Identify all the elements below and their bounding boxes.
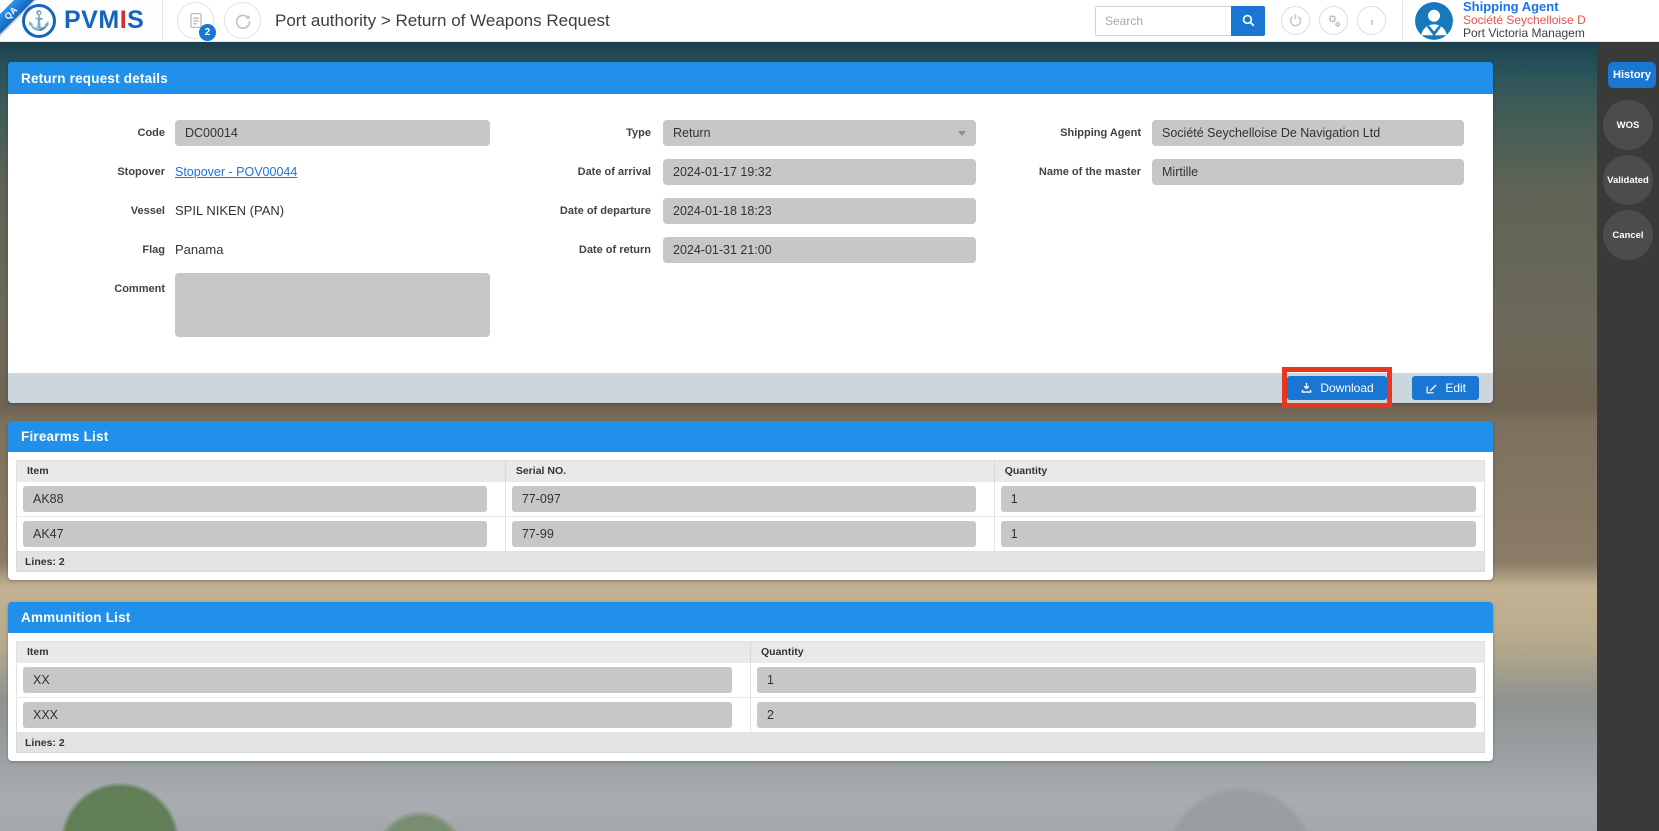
firearm-quantity-field: 1	[1000, 521, 1476, 547]
refresh-button[interactable]	[224, 2, 261, 39]
stopover-label: Stopover	[117, 165, 165, 178]
topbar: QA ⚓ PVMIS 2 Port authority > Return of …	[0, 0, 1659, 42]
firearm-serial-field: 77-99	[511, 521, 976, 547]
annotation-highlight-box: Download	[1282, 367, 1392, 408]
ammunition-table: Item Quantity XX 1 XXX 2	[16, 641, 1485, 733]
wos-button[interactable]: WOS	[1603, 100, 1653, 150]
chevron-down-icon	[958, 130, 966, 136]
firearms-col-serial: Serial NO.	[504, 460, 995, 482]
breadcrumb: Port authority > Return of Weapons Reque…	[275, 10, 610, 30]
firearms-table: Item Serial NO. Quantity AK88 77-097 1 A…	[16, 460, 1485, 552]
stopover-link[interactable]: Stopover - POV00044	[175, 165, 297, 179]
table-row: XXX 2	[16, 697, 1485, 733]
logo-zone: QA ⚓ PVMIS	[0, 0, 163, 41]
power-icon	[1287, 12, 1304, 29]
ammo-quantity-field: 1	[757, 667, 1476, 693]
master-name-label: Name of the master	[1038, 165, 1141, 178]
user-organisation: Port Victoria Managem	[1463, 26, 1585, 41]
code-label: Code	[137, 126, 166, 139]
gears-icon	[1325, 12, 1343, 30]
ammo-item-field: XXX	[23, 702, 732, 728]
type-select: Return	[663, 119, 976, 146]
edit-icon	[1425, 382, 1438, 395]
info-icon	[1364, 13, 1380, 29]
shipping-agent-field: Société Seychelloise De Navigation Ltd	[1152, 119, 1464, 146]
validated-button[interactable]: Validated	[1603, 155, 1653, 205]
requests-count-badge: 2	[199, 24, 216, 41]
return-request-details-panel: Return request details Code DC00014 Stop…	[8, 62, 1493, 408]
flag-value: Panama	[175, 242, 224, 257]
firearms-col-quantity: Quantity	[993, 460, 1485, 482]
search-button[interactable]	[1231, 5, 1265, 36]
info-button[interactable]	[1357, 6, 1386, 35]
table-row: AK47 77-99 1	[16, 516, 1485, 552]
type-label: Type	[626, 126, 651, 139]
comment-label: Comment	[114, 283, 165, 295]
download-icon	[1300, 381, 1313, 394]
table-row: AK88 77-097 1	[16, 481, 1485, 517]
code-field: DC00014	[175, 119, 490, 146]
download-button[interactable]: Download	[1287, 375, 1387, 400]
shipping-agent-label: Shipping Agent	[1060, 126, 1141, 139]
user-role: Shipping Agent	[1463, 0, 1559, 15]
ammunition-list-panel: Ammunition List Item Quantity XX 1 XXX 2…	[8, 602, 1493, 761]
anchor-logo-icon: ⚓	[22, 3, 56, 38]
user-info[interactable]: Shipping Agent Société Seychelloise D Po…	[1463, 0, 1659, 41]
date-of-return-label: Date of return	[578, 243, 651, 256]
table-row: XX 1	[16, 662, 1485, 698]
flag-label: Flag	[142, 243, 165, 256]
vessel-label: Vessel	[130, 204, 165, 217]
refresh-icon	[232, 10, 254, 32]
firearms-list-panel: Firearms List Item Serial NO. Quantity A…	[8, 421, 1493, 580]
date-of-departure-field: 2024-01-18 18:23	[663, 197, 976, 224]
edit-button[interactable]: Edit	[1412, 376, 1479, 400]
user-company: Société Seychelloise D	[1463, 12, 1586, 27]
date-of-return-field: 2024-01-31 21:00	[663, 236, 976, 263]
date-of-arrival-field: 2024-01-17 19:32	[663, 158, 976, 185]
logout-button[interactable]	[1281, 6, 1310, 35]
cancel-button[interactable]: Cancel	[1603, 210, 1653, 260]
firearms-col-item: Item	[16, 460, 506, 482]
history-tab[interactable]: History	[1608, 62, 1656, 88]
vessel-value: SPIL NIKEN (PAN)	[175, 203, 285, 218]
panel-title: Return request details	[8, 62, 1493, 94]
app-logo[interactable]: PVMIS	[64, 6, 144, 35]
date-of-departure-label: Date of departure	[559, 204, 651, 217]
firearms-list-title: Firearms List	[8, 421, 1493, 452]
details-action-bar: Download Edit	[8, 367, 1493, 408]
search-input[interactable]	[1095, 5, 1231, 36]
firearm-quantity-field: 1	[1000, 486, 1476, 512]
ammo-quantity-field: 2	[757, 702, 1476, 728]
ammunition-list-title: Ammunition List	[8, 602, 1493, 633]
master-name-field: Mirtille	[1152, 158, 1464, 185]
avatar[interactable]	[1415, 1, 1453, 40]
settings-button[interactable]	[1319, 6, 1348, 35]
topbar-divider	[1402, 0, 1403, 41]
ammunition-lines-count: Lines: 2	[16, 733, 1485, 753]
search-icon	[1240, 12, 1257, 29]
firearm-item-field: AK88	[23, 486, 487, 512]
right-action-rail: History WOS Validated Cancel	[1597, 42, 1659, 831]
ammo-item-field: XX	[23, 667, 732, 693]
firearm-serial-field: 77-097	[511, 486, 976, 512]
date-of-arrival-label: Date of arrival	[577, 165, 651, 178]
firearms-lines-count: Lines: 2	[16, 552, 1485, 572]
firearm-item-field: AK47	[23, 521, 487, 547]
ammo-col-item: Item	[16, 641, 751, 663]
comment-field	[175, 273, 490, 337]
requests-button[interactable]: 2	[177, 2, 216, 41]
ammo-col-quantity: Quantity	[750, 641, 1485, 663]
